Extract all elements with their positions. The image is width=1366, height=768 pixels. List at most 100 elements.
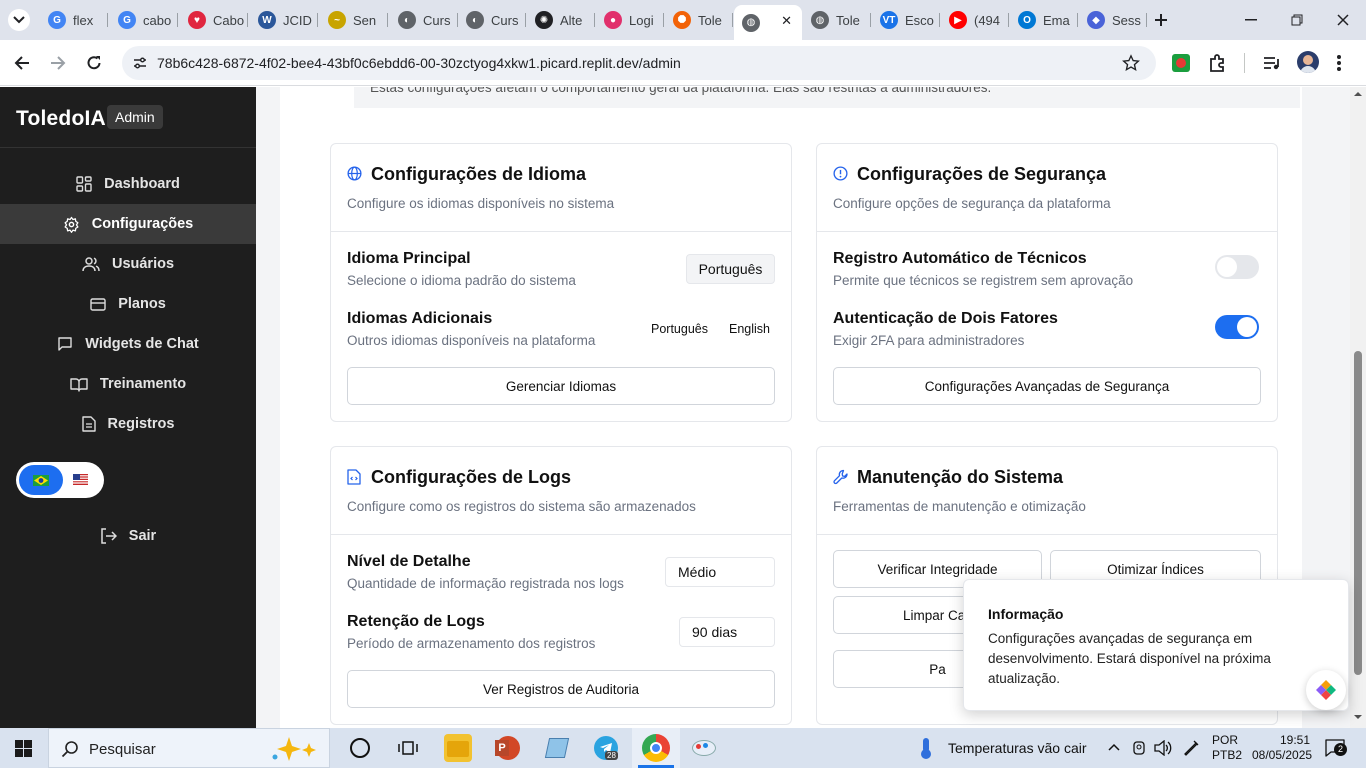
card-header: Manutenção do Sistema Ferramentas de man… (817, 447, 1277, 535)
telegram-icon[interactable]: 28 (592, 734, 620, 762)
star-icon[interactable] (1122, 54, 1140, 72)
page-scrollbar[interactable] (1350, 87, 1366, 728)
notes-app-icon[interactable] (543, 734, 571, 762)
browser-tab[interactable]: Gcabo (110, 7, 178, 33)
tab-label: Esco (905, 12, 934, 28)
assistant-widget-button[interactable] (1306, 670, 1346, 710)
profile-avatar[interactable] (1297, 51, 1319, 73)
clock[interactable]: 19:51 08/05/2025 (1252, 733, 1312, 768)
sidebar-item-dashboard[interactable]: Dashboard (0, 164, 256, 204)
restore-button[interactable] (1284, 8, 1310, 32)
log-retention-select[interactable]: 90 dias (679, 617, 775, 647)
sidebar-item-registros[interactable]: Registros (0, 404, 256, 444)
more-menu-icon[interactable] (1336, 53, 1342, 73)
settings-intro-text: Estas configurações afetam o comportamen… (370, 87, 992, 95)
browser-tab[interactable]: ♥ Cabo (180, 7, 248, 33)
tab-label: Tole (698, 12, 722, 28)
omnibox[interactable]: 78b6c428-6872-4f02-bee4-43bf0c6ebdd6-00-… (122, 46, 1156, 80)
extensions-puzzle-icon[interactable] (1208, 53, 1228, 73)
weather-text[interactable]: Temperaturas vão cair (948, 740, 1087, 768)
card-subtitle: Configure os idiomas disponíveis no sist… (347, 196, 615, 211)
brazil-flag-icon[interactable] (19, 465, 63, 495)
tab-separator (247, 13, 248, 27)
tab-separator (663, 13, 664, 27)
browser-tab[interactable]: ◍ Tole (803, 7, 871, 33)
cortana-icon[interactable] (350, 738, 370, 758)
clock-time: 19:51 (1279, 733, 1310, 747)
sidebar-item-label: Treinamento (99, 376, 187, 392)
close-tab-icon[interactable]: ✕ (781, 13, 792, 29)
info-toast[interactable]: Informação Configurações avançadas de se… (963, 579, 1349, 711)
sidebar-item-usuarios[interactable]: Usuários (0, 244, 256, 284)
two-factor-toggle[interactable] (1215, 315, 1259, 339)
notifications-button[interactable]: 2 (1325, 739, 1347, 757)
tab-label: flex (73, 12, 94, 28)
camera-tray-icon[interactable] (1131, 740, 1147, 756)
minimize-button[interactable] (1238, 8, 1264, 32)
detail-level-title: Nível de Detalhe (347, 553, 471, 570)
url-text[interactable]: 78b6c428-6872-4f02-bee4-43bf0c6ebdd6-00-… (157, 55, 681, 71)
chevron-up-icon[interactable] (1108, 743, 1120, 751)
new-tab-button[interactable] (1148, 8, 1174, 32)
powerpoint-icon[interactable]: P (494, 734, 522, 762)
tab-label: Curs (423, 12, 451, 28)
speaker-icon[interactable] (1154, 740, 1172, 756)
detail-level-desc: Quantidade de informação registrada nos … (347, 576, 624, 591)
card-title: Manutenção do Sistema (857, 467, 1064, 487)
browser-tab[interactable]: ◆ Sess (1079, 7, 1147, 33)
sidebar-item-widgets-de-chat[interactable]: Widgets de Chat (0, 324, 256, 364)
scrollbar-thumb[interactable] (1354, 351, 1362, 675)
chrome-taskbar-item[interactable] (632, 728, 680, 768)
site-info-icon[interactable] (130, 53, 150, 73)
sidebar-item-configuracoes[interactable]: Configurações (0, 204, 256, 244)
browser-tab[interactable]: ⯃ Tole (665, 7, 733, 33)
sidebar-item-treinamento[interactable]: Treinamento (0, 364, 256, 404)
close-window-button[interactable] (1330, 8, 1356, 32)
browser-tab[interactable]: ~ Sen (320, 7, 388, 33)
advanced-security-button[interactable]: Configurações Avançadas de Segurança (833, 367, 1261, 405)
notification-count: 2 (1334, 743, 1347, 756)
scroll-up-icon[interactable] (1353, 91, 1363, 97)
browser-tab[interactable]: VT Esco (872, 7, 940, 33)
language-indicator[interactable]: POR PTB2 (1212, 733, 1242, 768)
pen-tray-icon[interactable] (1182, 739, 1200, 757)
dashboard-icon (76, 176, 92, 192)
tab-search-button[interactable] (6, 8, 32, 32)
back-button[interactable] (9, 51, 35, 75)
browser-tab[interactable]: ◐ Curs (390, 7, 458, 33)
taskbar-search[interactable]: Pesquisar (48, 728, 330, 768)
browser-tab[interactable]: W JCID (250, 7, 318, 33)
extension-record-icon[interactable] (1172, 54, 1190, 72)
sidebar-item-label: Dashboard (104, 176, 180, 192)
task-view-icon[interactable] (398, 739, 418, 757)
language-switcher[interactable] (16, 462, 104, 498)
auto-register-toggle[interactable] (1215, 255, 1259, 279)
detail-level-select[interactable]: Médio (665, 557, 775, 587)
file-explorer-icon[interactable] (444, 734, 472, 762)
browser-tab[interactable]: Gflex (40, 7, 108, 33)
audit-logs-button[interactable]: Ver Registros de Auditoria (347, 670, 775, 708)
thermometer-icon[interactable] (918, 736, 934, 760)
browser-tab[interactable]: O Ema (1010, 7, 1078, 33)
primary-language-select[interactable]: Português (686, 254, 775, 284)
forward-button[interactable] (45, 51, 71, 75)
paint-icon[interactable] (690, 734, 718, 762)
brand-logo-text[interactable]: ToledoIA (16, 107, 106, 131)
file-icon (81, 416, 96, 432)
sidebar-item-planos[interactable]: Planos (0, 284, 256, 324)
logout-button[interactable]: Sair (0, 516, 256, 556)
google-icon: G (118, 11, 136, 29)
browser-tab[interactable]: ✺ Alte (527, 7, 595, 33)
browser-tab[interactable]: ◐ Curs (458, 7, 526, 33)
manage-languages-button[interactable]: Gerenciar Idiomas (347, 367, 775, 405)
media-control-icon[interactable] (1262, 53, 1282, 73)
scroll-down-icon[interactable] (1353, 714, 1363, 720)
bot-icon: ◆ (1087, 11, 1105, 29)
windows-start-icon[interactable] (15, 740, 32, 757)
usa-flag-icon[interactable] (73, 474, 88, 485)
browser-tab[interactable]: ▶ (494 (941, 7, 1009, 33)
browser-tab[interactable]: ◍ ✕ (734, 5, 802, 40)
card-subtitle: Configure como os registros do sistema s… (347, 499, 696, 514)
browser-tab[interactable]: ● Logi (596, 7, 664, 33)
reload-button[interactable] (81, 51, 107, 75)
